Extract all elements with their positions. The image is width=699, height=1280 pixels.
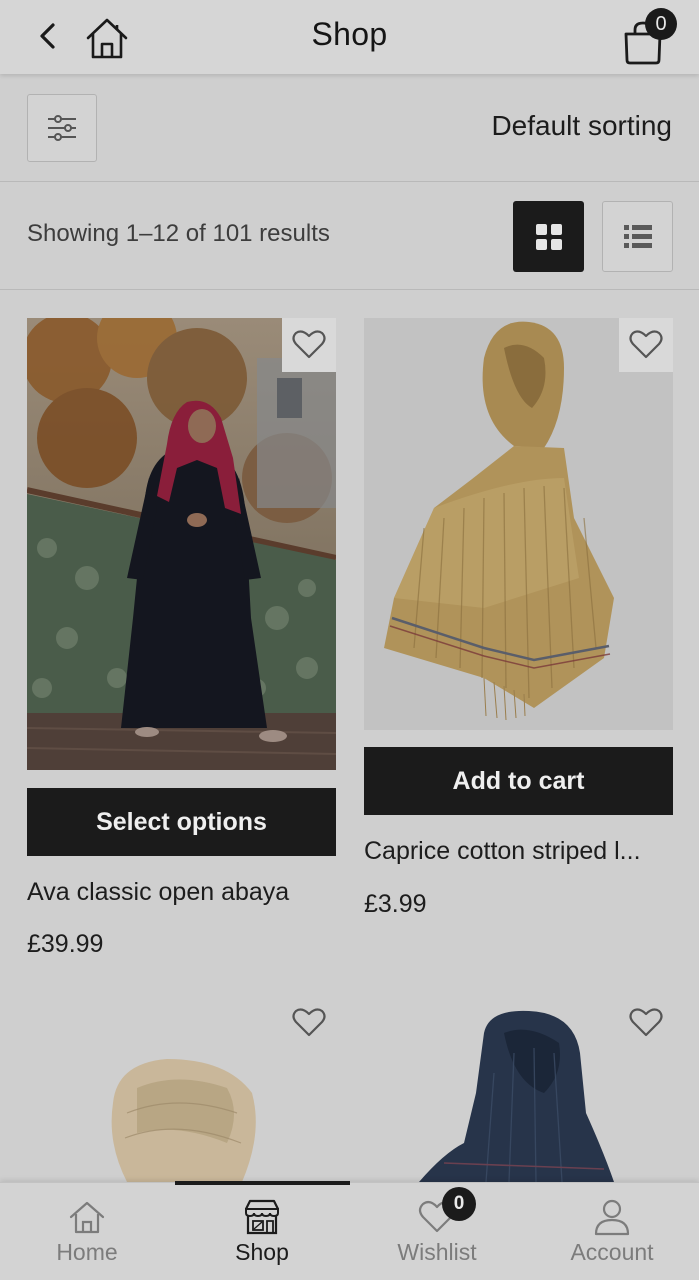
product-name[interactable]: Ava classic open abaya bbox=[27, 878, 336, 907]
filter-bar: Default sorting bbox=[0, 74, 699, 182]
nav-label: Home bbox=[56, 1239, 118, 1265]
add-to-cart-button[interactable]: Add to cart bbox=[364, 747, 673, 815]
wishlist-button[interactable] bbox=[619, 318, 673, 372]
grid-view-icon bbox=[535, 223, 562, 250]
list-view-button[interactable] bbox=[602, 201, 673, 272]
bottom-navigation: Home Shop 0 Wishlist Account bbox=[0, 1181, 699, 1280]
wishlist-count-badge: 0 bbox=[442, 1187, 476, 1221]
product-image[interactable] bbox=[364, 318, 673, 730]
wishlist-button[interactable] bbox=[282, 996, 336, 1050]
product-price: £3.99 bbox=[364, 890, 427, 918]
select-options-button[interactable]: Select options bbox=[27, 788, 336, 856]
product-image[interactable] bbox=[27, 318, 336, 770]
product-card bbox=[27, 993, 336, 1182]
app-header: Shop 0 bbox=[0, 0, 699, 74]
nav-account[interactable]: Account bbox=[525, 1183, 699, 1280]
product-name[interactable]: Caprice cotton striped l... bbox=[364, 837, 673, 866]
nav-wishlist[interactable]: 0 Wishlist bbox=[350, 1183, 524, 1280]
nav-label: Shop bbox=[235, 1239, 289, 1265]
nav-label: Account bbox=[570, 1239, 654, 1265]
cart-count-badge: 0 bbox=[645, 8, 677, 40]
results-bar: Showing 1–12 of 101 results bbox=[0, 182, 699, 290]
product-price: £39.99 bbox=[27, 930, 104, 958]
heart-icon bbox=[292, 330, 326, 359]
sorting-select[interactable]: Default sorting bbox=[491, 110, 672, 142]
wishlist-button[interactable] bbox=[282, 318, 336, 372]
abaya-photo bbox=[27, 318, 336, 770]
cart-button[interactable]: 0 bbox=[617, 8, 677, 65]
nav-label: Wishlist bbox=[397, 1239, 477, 1265]
list-view-icon bbox=[623, 224, 652, 248]
product-image[interactable] bbox=[364, 993, 673, 1182]
page-title: Shop bbox=[311, 16, 388, 52]
product-card: Add to cart Caprice cotton striped l... … bbox=[364, 318, 673, 918]
nav-shop[interactable]: Shop bbox=[175, 1183, 349, 1280]
results-count: Showing 1–12 of 101 results bbox=[27, 220, 330, 247]
scarf-photo bbox=[384, 321, 614, 721]
sliders-icon bbox=[48, 115, 76, 141]
store-icon bbox=[245, 1199, 279, 1235]
filter-button[interactable] bbox=[27, 94, 97, 162]
nav-home[interactable]: Home bbox=[0, 1183, 174, 1280]
heart-icon bbox=[292, 1008, 326, 1037]
product-card bbox=[364, 993, 673, 1182]
home-icon bbox=[69, 1201, 105, 1234]
product-card: Select options Ava classic open abaya £3… bbox=[27, 318, 336, 968]
heart-icon bbox=[629, 330, 663, 359]
heart-icon bbox=[629, 1008, 663, 1037]
user-icon bbox=[594, 1199, 630, 1236]
product-image[interactable] bbox=[27, 993, 336, 1182]
grid-view-button[interactable] bbox=[513, 201, 584, 272]
wishlist-button[interactable] bbox=[619, 996, 673, 1050]
